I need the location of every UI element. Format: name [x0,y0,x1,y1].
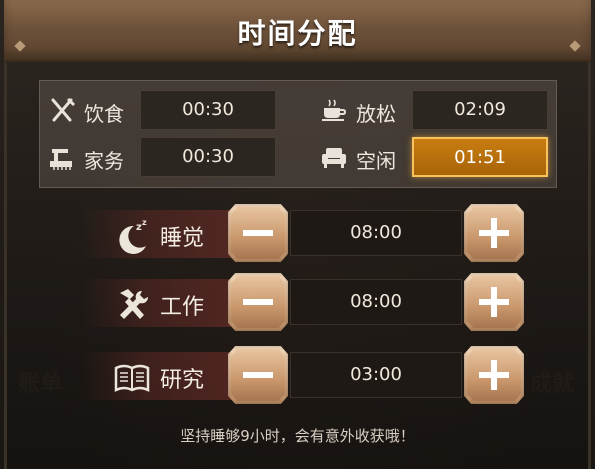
activity-label: 研究 [160,368,205,393]
panel-title: 时间分配 [237,17,358,50]
title-bar: 时间分配 [4,0,591,62]
minus-icon [243,230,273,236]
activity-row-research: 研究 03:00 [82,346,524,410]
increase-button[interactable] [464,204,524,262]
summary-value: 02:09 [412,90,548,130]
increase-button[interactable] [464,346,524,404]
decrease-button[interactable] [228,204,288,262]
summary-item-eat: 饮食 00:30 [48,90,278,130]
summary-item-idle: 空闲 01:51 [320,137,550,177]
hammer-wrench-icon [120,289,149,319]
minus-icon [243,299,273,305]
summary-label: 饮食 [84,102,124,126]
armchair-icon [322,148,346,168]
decrease-button[interactable] [228,346,288,404]
coffee-cup-icon [322,99,347,121]
decrease-button[interactable] [228,273,288,331]
fork-knife-icon [51,97,76,122]
minus-icon [243,372,273,378]
summary-label: 放松 [356,102,396,126]
activity-row-sleep: z z 睡觉 08:00 [82,204,524,268]
activity-value: 03:00 [290,352,462,398]
summary-label: 空闲 [356,149,396,173]
activity-value: 08:00 [290,210,462,256]
activity-row-work: 工作 08:00 [82,273,524,337]
activity-value: 08:00 [290,279,462,325]
activity-label: 睡觉 [160,226,205,251]
summary-value-highlighted: 01:51 [412,137,548,177]
moon-sleep-icon: z z [119,218,147,254]
open-book-icon [114,364,150,393]
summary-value: 00:30 [140,137,276,177]
activity-label: 工作 [160,295,205,320]
increase-button[interactable] [464,273,524,331]
summary-value: 00:30 [140,90,276,130]
plus-icon [479,287,509,317]
svg-text:z: z [142,218,147,227]
summary-item-chores: 家务 00:30 [48,137,278,177]
broom-icon [50,149,72,170]
hint-text: 坚持睡够9小时，会有意外收获哦！ [180,427,415,445]
plus-icon [479,218,509,248]
time-summary: 饮食 00:30 放松 02:09 家务 00:30 空闲 01:51 [39,80,557,188]
plus-icon [479,360,509,390]
summary-label: 家务 [84,149,124,173]
summary-item-relax: 放松 02:09 [320,90,550,130]
